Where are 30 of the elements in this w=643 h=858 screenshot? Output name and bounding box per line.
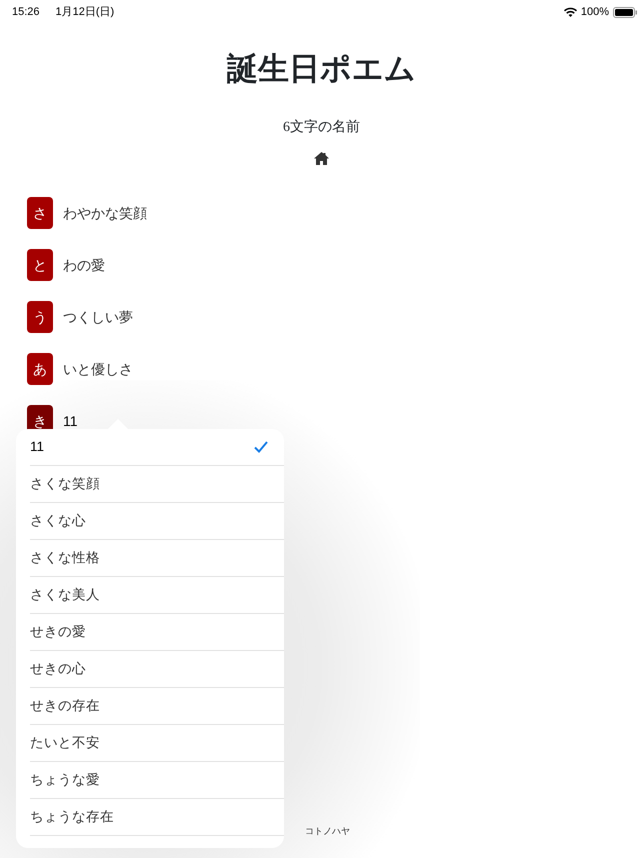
page-subtitle: 6文字の名前 — [283, 118, 360, 138]
letter-tile: あ — [27, 353, 53, 386]
battery-icon — [613, 6, 637, 18]
battery-percent: 100% — [580, 4, 609, 20]
line-text: わの愛 — [63, 256, 105, 275]
home-icon[interactable] — [314, 152, 329, 166]
wifi-icon — [564, 7, 577, 17]
status-date: 1月12日(日) — [56, 4, 114, 20]
line-text: つくしい夢 — [63, 308, 133, 327]
line-text: わやかな笑顔 — [63, 204, 147, 223]
picker-option[interactable]: さくな性格 — [30, 540, 284, 577]
picker-option[interactable]: せきの存在 — [30, 688, 284, 725]
picker-option[interactable]: せきの心 — [30, 651, 284, 688]
picker-option[interactable]: せきの愛 — [30, 614, 284, 651]
letter-tile: さ — [27, 197, 53, 230]
picker-value[interactable]: 11 — [63, 410, 78, 432]
status-time: 15:26 — [12, 4, 40, 20]
picker-option[interactable]: ちょうな存在 — [30, 799, 284, 836]
letter-tile: う — [27, 301, 53, 334]
footer-text: コトノハヤ — [305, 825, 350, 838]
picker-option[interactable]: さくな笑顔 — [30, 466, 284, 503]
letter-tile: と — [27, 249, 53, 282]
picker-option[interactable]: ちょうな愛 — [30, 762, 284, 799]
line-text: いと優しさ — [63, 360, 133, 379]
page-title: 誕生日ポエム — [227, 50, 416, 88]
checkmark-icon — [254, 441, 268, 453]
picker-option[interactable]: さくな心 — [30, 503, 284, 540]
picker-option[interactable]: さくな美人 — [30, 577, 284, 614]
picker-option[interactable]: たいと不安 — [30, 725, 284, 762]
picker-option[interactable]: 11 — [30, 429, 284, 466]
